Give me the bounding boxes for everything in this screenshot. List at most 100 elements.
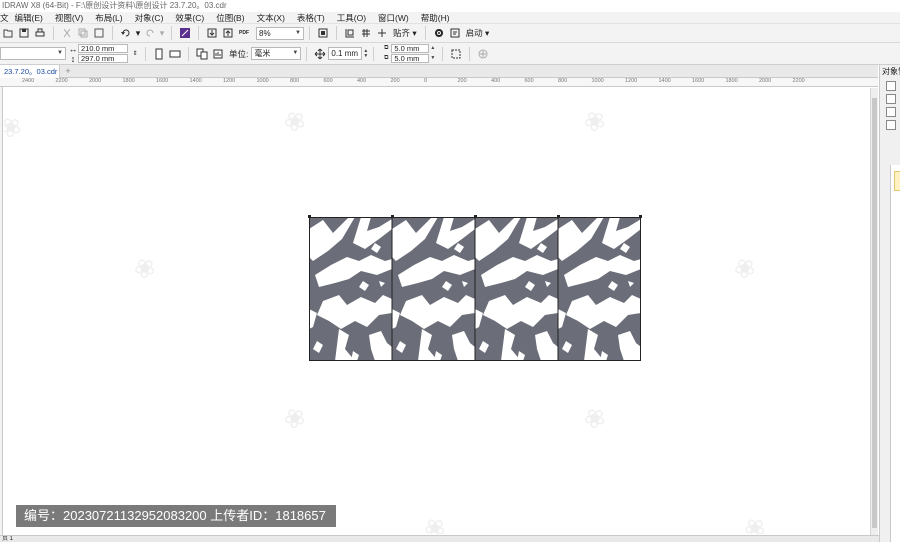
vertical-ruler[interactable]	[0, 87, 3, 535]
ruler-tick-label: 2000	[759, 78, 772, 84]
ruler-tick-label: 1400	[189, 78, 202, 84]
menu-item[interactable]: 帮助(H)	[421, 12, 450, 23]
vertical-scrollbar[interactable]	[870, 88, 878, 536]
selection-handle[interactable]	[474, 215, 477, 218]
menu-item[interactable]: 编辑(E)	[15, 12, 43, 23]
watermark-logo-icon: ❀	[277, 102, 312, 140]
copy-icon[interactable]	[76, 26, 90, 40]
corel-connect-icon[interactable]	[178, 26, 192, 40]
duplicate-x-spinner[interactable]: ▲	[430, 46, 435, 51]
nudge-icon	[313, 47, 327, 61]
width-icon: ↔	[68, 43, 78, 54]
scrollbar-thumb[interactable]	[872, 98, 877, 528]
undo-icon[interactable]	[119, 26, 133, 40]
print-icon[interactable]	[33, 26, 47, 40]
menu-item[interactable]: 工具(O)	[337, 12, 366, 23]
save-icon[interactable]	[17, 26, 31, 40]
ruler-tick-label: 400	[357, 78, 367, 84]
page-indicator[interactable]: 页 1	[2, 536, 13, 542]
status-bar: 页 1	[0, 535, 879, 542]
snap-to-menu[interactable]: 贴齐 ▾	[393, 27, 417, 39]
pdf-icon[interactable]: PDF	[237, 26, 251, 40]
nudge-distance-input[interactable]: 0.1 mm	[328, 47, 363, 60]
all-pages-icon[interactable]	[195, 47, 209, 61]
horizontal-ruler[interactable]: 2400 2200 2000 1800 1600 1400 1200 1000 800 600 40…	[0, 78, 878, 87]
page-dimensions: ↔ 210.0 mm ↕ 297.0 mm	[68, 43, 128, 64]
full-screen-icon[interactable]	[316, 26, 330, 40]
undo-dropdown-icon[interactable]: ▾	[135, 26, 141, 40]
duplicate-y-input[interactable]: 5.0 mm	[391, 54, 430, 63]
snap-to-label: 贴齐	[393, 28, 411, 38]
chevron-down-icon: ▼	[292, 50, 299, 56]
watermark-logo-icon: ❀	[127, 249, 162, 287]
export-icon[interactable]	[221, 26, 235, 40]
options-gear-icon[interactable]	[432, 26, 446, 40]
selection-handle[interactable]	[639, 215, 642, 218]
watermark-logo-icon: ❀	[577, 102, 612, 140]
menu-item[interactable]: 位图(B)	[216, 12, 244, 23]
zoom-level-select[interactable]: 8% ▼	[256, 26, 304, 40]
redo-dropdown-icon[interactable]: ▾	[159, 26, 165, 40]
property-bar: ▼ ↔ 210.0 mm ↕ 297.0 mm ⇕ 单位: 毫米 ▼ 0.1 mm ▲…	[0, 43, 900, 65]
toolbar-separator	[336, 26, 337, 40]
portrait-icon[interactable]	[152, 47, 166, 61]
toolbar-separator	[198, 26, 199, 40]
nudge-spinner[interactable]: ▲ ▼	[363, 48, 368, 59]
ruler-tick-label: 200	[390, 78, 400, 84]
marble-texture-artwork[interactable]	[308, 215, 642, 361]
menu-item[interactable]: 窗口(W)	[378, 12, 409, 23]
ruler-tick-label: 1000	[591, 78, 604, 84]
toolbar-separator	[373, 46, 375, 61]
page-size-select[interactable]: ▼	[0, 47, 66, 60]
show-guidelines-icon[interactable]	[375, 26, 389, 40]
launch-menu[interactable]: 启动 ▾	[466, 27, 490, 39]
new-tab-icon[interactable]: +	[63, 66, 73, 76]
selection-handle[interactable]	[308, 215, 311, 218]
show-rulers-icon[interactable]	[343, 26, 357, 40]
ruler-tick-label: 2200	[792, 78, 805, 84]
zoom-level-value: 8%	[259, 28, 271, 38]
show-grid-icon[interactable]	[359, 26, 373, 40]
document-tab[interactable]: 23.7.20。03.cdr	[0, 65, 60, 78]
window-title: IDRAW X8 (64-Bit) - F:\原创设计资料\原创设计 23.7.…	[0, 0, 900, 12]
master-page-icon[interactable]	[886, 120, 896, 130]
page-width-input[interactable]: 210.0 mm	[78, 44, 128, 53]
watermark-logo-icon: ❀	[727, 249, 762, 287]
menu-item[interactable]: 布局(L)	[95, 12, 122, 23]
spin-icon[interactable]: ⇕	[131, 47, 139, 61]
cut-icon[interactable]	[60, 26, 74, 40]
toolbar-separator	[145, 46, 146, 61]
duplicate-distance: ⧉ 5.0 mm ▲ ⧉ 5.0 mm ▼	[381, 44, 435, 63]
menu-item[interactable]: 文本(X)	[257, 12, 285, 23]
docker-side-tab[interactable]	[894, 171, 900, 191]
selection-handle[interactable]	[557, 215, 560, 218]
duplicate-x-icon: ⧉	[384, 45, 389, 51]
page-height-input[interactable]: 297.0 mm	[78, 54, 128, 63]
menu-item[interactable]: 表格(T)	[297, 12, 325, 23]
current-page-icon[interactable]	[211, 47, 225, 61]
watermark-logo-icon: ❀	[577, 399, 612, 437]
selection-handle[interactable]	[391, 215, 394, 218]
menu-item[interactable]: 对象(C)	[135, 12, 164, 23]
menu-item[interactable]: 视图(V)	[55, 12, 83, 23]
add-page-icon[interactable]	[476, 47, 490, 61]
page-expand-icon[interactable]	[886, 94, 896, 104]
app-launcher-icon[interactable]	[448, 26, 462, 40]
landscape-icon[interactable]	[168, 47, 182, 61]
paste-icon[interactable]	[92, 26, 106, 40]
ruler-tick-label: 2400	[22, 78, 35, 84]
duplicate-x-input[interactable]: 5.0 mm	[391, 44, 430, 53]
units-select[interactable]: 毫米 ▼	[251, 47, 302, 60]
docker-pane	[890, 165, 900, 542]
treat-as-filled-icon[interactable]	[449, 47, 463, 61]
docker-options-icon[interactable]	[886, 81, 896, 91]
import-icon[interactable]	[205, 26, 219, 40]
menu-item[interactable]: 文	[0, 12, 9, 23]
watermark-logo-icon: ❀	[277, 399, 312, 437]
duplicate-y-spinner[interactable]: ▼	[430, 56, 435, 61]
chevron-down-icon: ▼	[295, 29, 301, 36]
layer-expand-icon[interactable]	[886, 107, 896, 117]
menu-item[interactable]: 效果(C)	[175, 12, 204, 23]
redo-icon[interactable]	[143, 26, 157, 40]
open-icon[interactable]	[1, 26, 15, 40]
